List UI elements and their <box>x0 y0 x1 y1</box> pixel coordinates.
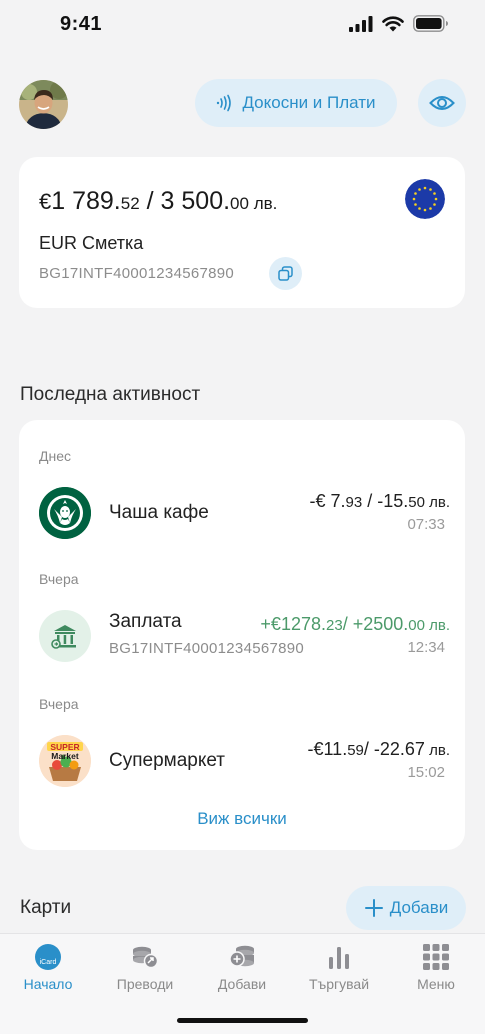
transaction-amount: -€ 7.93 / -15.50 лв. <box>310 491 451 512</box>
eu-flag-icon <box>405 179 445 219</box>
amount-dec: 59 <box>347 742 364 759</box>
grid-menu-icon <box>391 942 481 972</box>
add-money-icon <box>197 942 287 972</box>
account-balance: €1 789.52 / 3 500.00 лв. <box>39 187 277 216</box>
add-card-label: Добави <box>389 898 449 917</box>
transaction-name: Супермаркет <box>109 750 226 771</box>
cellular-signal-icon <box>349 15 373 32</box>
wifi-icon <box>382 15 404 31</box>
transfer-icon <box>100 942 190 972</box>
chart-bars-icon <box>294 942 384 972</box>
nav-label: Меню <box>417 976 455 992</box>
nav-item-add[interactable]: Добави <box>197 942 287 992</box>
transaction-name: Заплата <box>109 611 182 632</box>
tap-to-pay-label: Докосни и Плати <box>242 93 376 112</box>
cards-title: Карти <box>20 897 72 918</box>
transaction-time: 07:33 <box>407 516 445 533</box>
balance-eur-symbol: € <box>39 189 52 214</box>
copy-iban-button[interactable] <box>269 257 302 290</box>
amount-bgn: / -22.67 <box>363 739 425 759</box>
supermarket-logo-text: SUPER Market <box>39 743 91 761</box>
day-label: Днес <box>39 448 71 464</box>
icard-icon: iCard <box>3 942 93 972</box>
day-label: Вчера <box>39 571 79 587</box>
balance-eur-int: 1 789. <box>51 187 121 215</box>
balance-bgn-dec: 00 <box>230 194 249 213</box>
amount-dec: 93 <box>345 494 363 511</box>
amount-bgn: / -15. <box>362 491 409 511</box>
amount-main: -€ 7. <box>309 491 346 511</box>
plus-icon <box>364 899 383 917</box>
add-card-button[interactable]: Добави <box>346 886 466 930</box>
supermarket-logo-icon: SUPER Market <box>39 735 91 787</box>
balance-eur-dec: 52 <box>120 194 140 213</box>
balance-bgn-unit: лв. <box>248 194 278 213</box>
logo-line-2: Market <box>51 751 79 761</box>
amount-dec: 23 <box>326 617 343 634</box>
amount-bgn-dec: 50 <box>408 494 425 511</box>
nav-label: Добави <box>217 976 267 992</box>
amount-bgn-dec: 00 <box>408 617 425 634</box>
eye-icon <box>429 96 455 110</box>
transaction-name: Чаша кафе <box>109 502 209 523</box>
home-indicator[interactable] <box>177 1018 308 1023</box>
recent-activity-title: Последна активност <box>20 384 201 405</box>
amount-unit: лв. <box>424 617 450 634</box>
transaction-iban: BG17INTF40001234567890 <box>109 640 305 657</box>
amount-main: -€11. <box>307 739 348 759</box>
nav-item-home[interactable]: iCard Начало <box>3 942 93 992</box>
nav-item-menu[interactable]: Меню <box>391 942 481 992</box>
nav-item-transfers[interactable]: Преводи <box>100 942 190 992</box>
avatar[interactable] <box>19 80 68 129</box>
tap-to-pay-button[interactable]: Докосни и Плати <box>195 79 397 127</box>
nav-label: Преводи <box>116 976 174 992</box>
amount-unit: лв. <box>424 494 450 511</box>
nav-item-trade[interactable]: Търгувай <box>294 942 384 992</box>
transaction-amount: +€1278.23/ +2500.00 лв. <box>260 614 450 635</box>
nav-label: Начало <box>23 976 73 992</box>
account-iban: BG17INTF40001234567890 <box>39 265 235 282</box>
transaction-amount: -€11.59/ -22.67 лв. <box>308 739 451 760</box>
icard-icon-text: iCard <box>39 959 57 966</box>
view-all-link[interactable]: Виж всички <box>19 809 465 829</box>
nav-label: Търгувай <box>308 976 370 992</box>
bank-icon <box>39 610 91 662</box>
copy-icon <box>278 266 293 281</box>
starbucks-logo-icon <box>39 487 91 539</box>
account-name: EUR Сметка <box>39 233 144 253</box>
battery-icon <box>413 15 448 32</box>
balance-separator: / <box>139 187 161 215</box>
status-bar: 9:41 <box>0 0 485 50</box>
status-time: 9:41 <box>60 13 103 35</box>
account-card[interactable]: €1 789.52 / 3 500.00 лв. EUR Сметка BG17… <box>19 157 465 308</box>
status-icons <box>349 15 449 32</box>
transaction-time: 12:34 <box>407 639 445 656</box>
day-label: Вчера <box>39 696 79 712</box>
amount-unit: лв. <box>424 742 450 759</box>
balance-bgn-int: 3 500. <box>160 187 231 215</box>
transaction-time: 15:02 <box>407 764 445 781</box>
contactless-icon <box>217 94 232 112</box>
activity-card: Днес Чаша кафе -€ 7.93 / -15.50 лв. 07:3… <box>19 420 465 850</box>
amount-main: +€1278. <box>260 614 326 634</box>
amount-bgn: / +2500. <box>342 614 409 634</box>
toggle-balance-visibility-button[interactable] <box>418 79 466 127</box>
